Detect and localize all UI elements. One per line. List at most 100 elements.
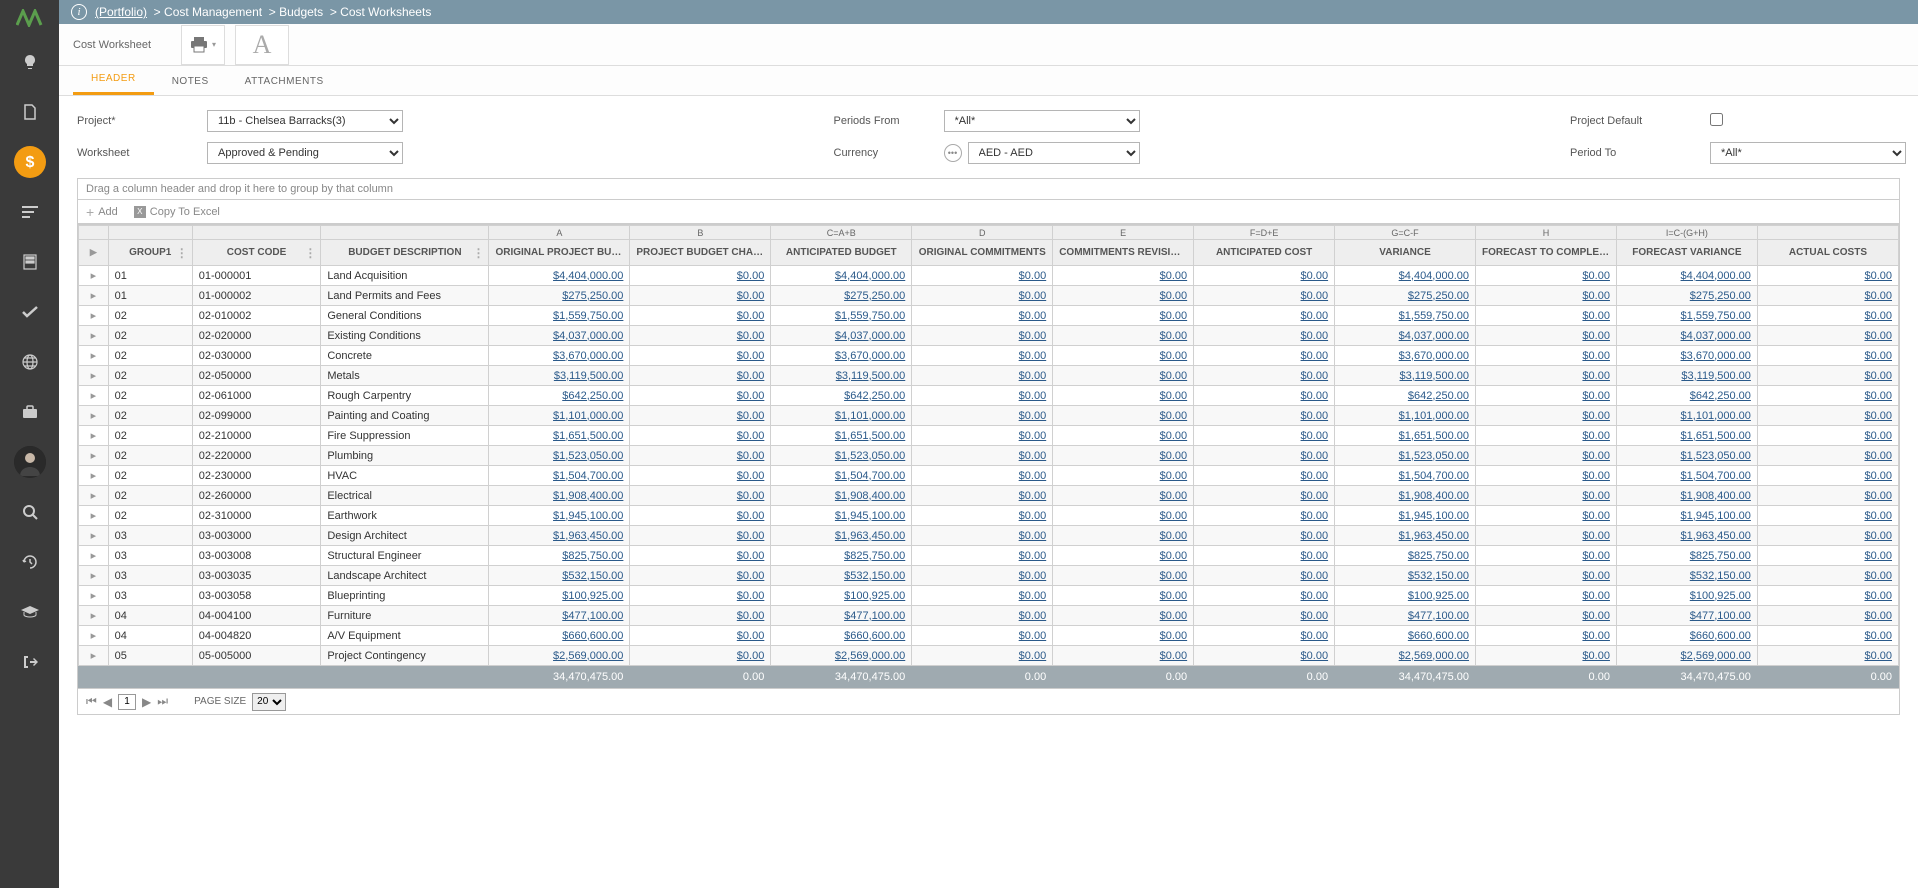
value-cell[interactable]: $0.00 xyxy=(1053,266,1194,286)
value-cell[interactable]: $642,250.00 xyxy=(489,386,630,406)
value-cell[interactable]: $4,037,000.00 xyxy=(1335,326,1476,346)
value-cell[interactable]: $0.00 xyxy=(1476,546,1617,566)
value-cell[interactable]: $1,504,700.00 xyxy=(1616,466,1757,486)
project-default-checkbox[interactable] xyxy=(1710,113,1723,126)
expand-icon[interactable]: ▸ xyxy=(79,486,109,506)
value-cell[interactable]: $1,651,500.00 xyxy=(1616,426,1757,446)
graduation-icon[interactable] xyxy=(14,596,46,628)
value-cell[interactable]: $100,925.00 xyxy=(489,586,630,606)
value-cell[interactable]: $0.00 xyxy=(1194,466,1335,486)
value-cell[interactable]: $1,963,450.00 xyxy=(1616,526,1757,546)
value-cell[interactable]: $0.00 xyxy=(1194,486,1335,506)
value-cell[interactable]: $0.00 xyxy=(1194,586,1335,606)
value-cell[interactable]: $0.00 xyxy=(1476,426,1617,446)
value-cell[interactable]: $477,100.00 xyxy=(1335,606,1476,626)
column-header[interactable]: COST CODE⋮ xyxy=(192,240,321,266)
value-cell[interactable]: $0.00 xyxy=(1757,266,1898,286)
value-cell[interactable]: $4,404,000.00 xyxy=(1616,266,1757,286)
value-cell[interactable]: $477,100.00 xyxy=(489,606,630,626)
column-header[interactable]: ORIGINAL COMMITMENTS xyxy=(912,240,1053,266)
app-logo[interactable] xyxy=(14,8,46,28)
value-cell[interactable]: $0.00 xyxy=(1757,306,1898,326)
value-cell[interactable]: $0.00 xyxy=(1757,486,1898,506)
value-cell[interactable]: $0.00 xyxy=(1194,286,1335,306)
value-cell[interactable]: $4,404,000.00 xyxy=(489,266,630,286)
value-cell[interactable]: $0.00 xyxy=(630,566,771,586)
value-cell[interactable]: $0.00 xyxy=(1757,426,1898,446)
value-cell[interactable]: $4,037,000.00 xyxy=(1616,326,1757,346)
value-cell[interactable]: $0.00 xyxy=(1757,646,1898,666)
value-cell[interactable]: $1,908,400.00 xyxy=(1335,486,1476,506)
value-cell[interactable]: $532,150.00 xyxy=(1616,566,1757,586)
value-cell[interactable]: $0.00 xyxy=(1757,526,1898,546)
table-row[interactable]: ▸0202-020000Existing Conditions$4,037,00… xyxy=(79,326,1899,346)
value-cell[interactable]: $1,504,700.00 xyxy=(771,466,912,486)
value-cell[interactable]: $0.00 xyxy=(912,326,1053,346)
copy-excel-button[interactable]: XCopy To Excel xyxy=(134,206,220,218)
value-cell[interactable]: $0.00 xyxy=(1757,346,1898,366)
value-cell[interactable]: $1,559,750.00 xyxy=(1616,306,1757,326)
expand-icon[interactable]: ▸ xyxy=(79,386,109,406)
value-cell[interactable]: $477,100.00 xyxy=(1616,606,1757,626)
period-to-select[interactable]: *All* xyxy=(1710,142,1906,164)
expand-icon[interactable]: ▸ xyxy=(79,326,109,346)
column-header[interactable]: ANTICIPATED COST xyxy=(1194,240,1335,266)
expand-icon[interactable]: ▸ xyxy=(79,586,109,606)
table-row[interactable]: ▸0202-230000HVAC$1,504,700.00$0.00$1,504… xyxy=(79,466,1899,486)
column-menu-icon[interactable]: ⋮ xyxy=(304,246,316,260)
value-cell[interactable]: $1,908,400.00 xyxy=(489,486,630,506)
value-cell[interactable]: $3,119,500.00 xyxy=(1616,366,1757,386)
value-cell[interactable]: $0.00 xyxy=(1476,286,1617,306)
value-cell[interactable]: $0.00 xyxy=(1194,606,1335,626)
value-cell[interactable]: $0.00 xyxy=(1476,566,1617,586)
value-cell[interactable]: $0.00 xyxy=(1053,586,1194,606)
worksheet-select[interactable]: Approved & Pending xyxy=(207,142,403,164)
value-cell[interactable]: $1,101,000.00 xyxy=(771,406,912,426)
value-cell[interactable]: $1,101,000.00 xyxy=(489,406,630,426)
value-cell[interactable]: $1,559,750.00 xyxy=(489,306,630,326)
value-cell[interactable]: $3,119,500.00 xyxy=(1335,366,1476,386)
value-cell[interactable]: $2,569,000.00 xyxy=(1616,646,1757,666)
value-cell[interactable]: $0.00 xyxy=(630,306,771,326)
expand-icon[interactable]: ▸ xyxy=(79,526,109,546)
value-cell[interactable]: $0.00 xyxy=(1194,366,1335,386)
value-cell[interactable]: $0.00 xyxy=(1194,386,1335,406)
value-cell[interactable]: $0.00 xyxy=(630,506,771,526)
tab-header[interactable]: HEADER xyxy=(73,65,154,95)
value-cell[interactable]: $3,670,000.00 xyxy=(771,346,912,366)
column-header[interactable]: ACTUAL COSTS xyxy=(1757,240,1898,266)
value-cell[interactable]: $0.00 xyxy=(912,586,1053,606)
value-cell[interactable]: $0.00 xyxy=(912,546,1053,566)
expand-icon[interactable]: ▸ xyxy=(79,406,109,426)
value-cell[interactable]: $0.00 xyxy=(1476,366,1617,386)
value-cell[interactable]: $4,037,000.00 xyxy=(489,326,630,346)
value-cell[interactable]: $532,150.00 xyxy=(1335,566,1476,586)
value-cell[interactable]: $825,750.00 xyxy=(1616,546,1757,566)
print-button[interactable] xyxy=(181,25,225,65)
table-row[interactable]: ▸0101-000002Land Permits and Fees$275,25… xyxy=(79,286,1899,306)
expand-icon[interactable]: ▸ xyxy=(79,426,109,446)
value-cell[interactable]: $0.00 xyxy=(1194,646,1335,666)
value-cell[interactable]: $1,945,100.00 xyxy=(1335,506,1476,526)
value-cell[interactable]: $0.00 xyxy=(630,526,771,546)
value-cell[interactable]: $532,150.00 xyxy=(489,566,630,586)
value-cell[interactable]: $0.00 xyxy=(1053,466,1194,486)
value-cell[interactable]: $825,750.00 xyxy=(771,546,912,566)
expand-icon[interactable]: ▸ xyxy=(79,566,109,586)
value-cell[interactable]: $1,963,450.00 xyxy=(1335,526,1476,546)
value-cell[interactable]: $0.00 xyxy=(1476,406,1617,426)
value-cell[interactable]: $0.00 xyxy=(912,626,1053,646)
project-select[interactable]: 11b - Chelsea Barracks(3) xyxy=(207,110,403,132)
value-cell[interactable]: $0.00 xyxy=(912,486,1053,506)
value-cell[interactable]: $2,569,000.00 xyxy=(771,646,912,666)
table-row[interactable]: ▸0202-310000Earthwork$1,945,100.00$0.00$… xyxy=(79,506,1899,526)
value-cell[interactable]: $1,651,500.00 xyxy=(489,426,630,446)
pager-next-icon[interactable]: ▶ xyxy=(142,695,151,709)
column-header[interactable]: FORECAST TO COMPLETE xyxy=(1476,240,1617,266)
value-cell[interactable]: $0.00 xyxy=(1194,526,1335,546)
column-menu-icon[interactable]: ⋮ xyxy=(176,246,188,260)
pager-prev-icon[interactable]: ◀ xyxy=(103,695,112,709)
column-header[interactable]: GROUP1⋮ xyxy=(108,240,192,266)
value-cell[interactable]: $0.00 xyxy=(912,346,1053,366)
value-cell[interactable]: $3,670,000.00 xyxy=(489,346,630,366)
